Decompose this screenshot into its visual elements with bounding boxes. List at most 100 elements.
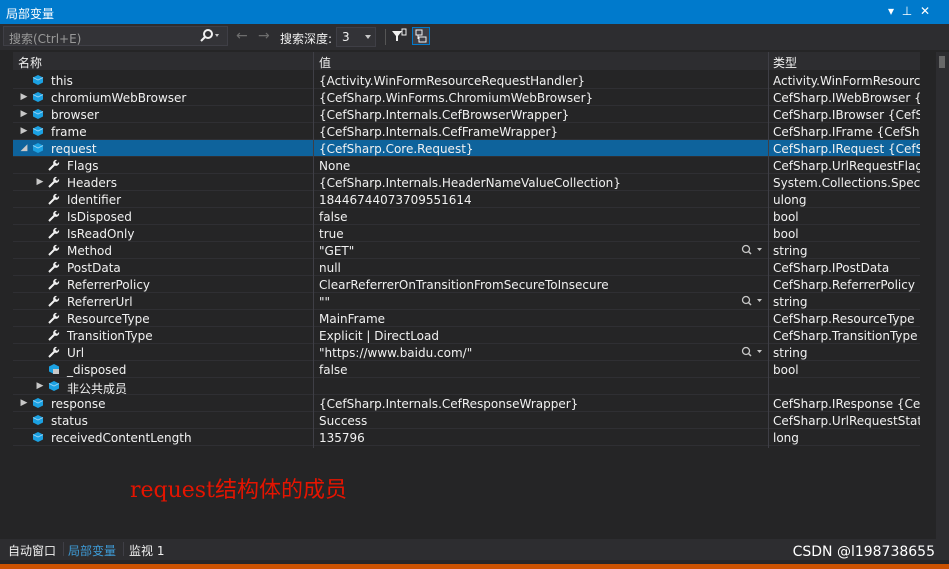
table-row[interactable]: ▶ frame {CefSharp.Internals.CefFrameWrappe…: [13, 123, 920, 140]
table-row-selected[interactable]: ◢ request {CefSharp.Core.Request} CefSharp.…: [13, 140, 920, 157]
table-row[interactable]: ReferrerPolicy ClearReferrerOnTransitionF…: [13, 276, 920, 293]
visualizer-icon[interactable]: [740, 345, 768, 359]
search-input[interactable]: 搜索(Ctrl+E): [3, 26, 228, 46]
variable-value[interactable]: "": [319, 295, 739, 309]
column-divider[interactable]: [313, 52, 314, 448]
table-row[interactable]: Identifier 18446744073709551614 ulong: [13, 191, 920, 208]
variable-value[interactable]: {CefSharp.Core.Request}: [319, 142, 739, 156]
variable-value[interactable]: {CefSharp.Internals.CefResponseWrapper}: [319, 397, 739, 411]
wrench-icon: [48, 329, 60, 341]
column-header-name[interactable]: 名称: [18, 54, 42, 71]
variable-value[interactable]: MainFrame: [319, 312, 739, 326]
variable-type: bool: [773, 363, 799, 377]
table-row[interactable]: _disposed false bool: [13, 361, 920, 378]
table-row[interactable]: Flags None CefSharp.UrlRequestFlags: [13, 157, 920, 174]
variable-name: browser: [51, 108, 100, 122]
variable-type: CefSharp.IRequest {CefSh...: [773, 142, 920, 156]
variable-name: Url: [67, 346, 85, 360]
variable-value[interactable]: 18446744073709551614: [319, 193, 739, 207]
close-icon[interactable]: ✕: [918, 4, 932, 18]
variable-name: IsReadOnly: [67, 227, 135, 241]
variable-value[interactable]: {CefSharp.Internals.CefBrowserWrapper}: [319, 108, 739, 122]
scrollbar-thumb[interactable]: [939, 56, 945, 68]
column-header-type[interactable]: 类型: [773, 54, 797, 71]
variable-name: receivedContentLength: [51, 431, 192, 445]
vertical-scrollbar[interactable]: [936, 52, 949, 539]
dropdown-icon[interactable]: ▾: [884, 4, 898, 18]
expand-arrow-icon[interactable]: ▶: [35, 176, 45, 188]
tab-locals[interactable]: 局部变量: [68, 542, 116, 559]
column-divider[interactable]: [768, 52, 769, 448]
variable-type: string: [773, 295, 808, 309]
forward-arrow-icon[interactable]: →: [258, 28, 270, 44]
variable-type: Activity.WinFormResourc...: [773, 74, 920, 88]
expand-arrow-icon[interactable]: ▶: [19, 397, 29, 409]
table-row[interactable]: ▶ chromiumWebBrowser {CefSharp.WinForms.Ch…: [13, 89, 920, 106]
expand-arrow-icon[interactable]: ▶: [19, 91, 29, 103]
table-row[interactable]: IsReadOnly true bool: [13, 225, 920, 242]
table-row[interactable]: Url "https://www.baidu.com/" string: [13, 344, 920, 361]
table-row[interactable]: status Success CefSharp.UrlRequestStatus: [13, 412, 920, 429]
variable-value[interactable]: {CefSharp.Internals.CefFrameWrapper}: [319, 125, 739, 139]
title-bar: 局部变量 ▾ ⊥ ✕: [0, 0, 949, 24]
wrench-icon: [48, 227, 60, 239]
tab-autos[interactable]: 自动窗口: [8, 542, 56, 559]
table-row[interactable]: ▶ Headers {CefSharp.Internals.HeaderNameVa…: [13, 174, 920, 191]
variable-value[interactable]: 135796: [319, 431, 739, 445]
variable-name: Identifier: [67, 193, 122, 207]
variable-value[interactable]: false: [319, 210, 739, 224]
wrench-icon: [48, 176, 60, 188]
table-row[interactable]: ResourceType MainFrame CefSharp.ResourceTy…: [13, 310, 920, 327]
variable-type: CefSharp.IFrame {CefShar...: [773, 125, 920, 139]
filter-icon[interactable]: [390, 27, 408, 45]
table-row[interactable]: Method "GET" string: [13, 242, 920, 259]
expand-arrow-icon[interactable]: ▶: [19, 108, 29, 120]
table-row[interactable]: ▶ response {CefSharp.Internals.CefResponse…: [13, 395, 920, 412]
variable-value[interactable]: {Activity.WinFormResourceRequestHandler}: [319, 74, 739, 88]
table-row[interactable]: ▶ browser {CefSharp.Internals.CefBrowserWr…: [13, 106, 920, 123]
table-row[interactable]: TransitionType Explicit | DirectLoad CefSh…: [13, 327, 920, 344]
wrench-icon: [48, 346, 60, 358]
variable-value[interactable]: Success: [319, 414, 739, 428]
view-tree-icon[interactable]: [412, 27, 430, 45]
table-row[interactable]: receivedContentLength 135796 long: [13, 429, 920, 446]
variable-value[interactable]: "GET": [319, 244, 739, 258]
variable-value[interactable]: Explicit | DirectLoad: [319, 329, 739, 343]
expand-arrow-icon[interactable]: ▶: [35, 380, 45, 392]
variable-name: chromiumWebBrowser: [51, 91, 187, 105]
variable-type: CefSharp.IWebBrowser {C...: [773, 91, 920, 105]
column-header-value[interactable]: 值: [319, 54, 331, 71]
table-row[interactable]: IsDisposed false bool: [13, 208, 920, 225]
variable-value[interactable]: None: [319, 159, 739, 173]
table-row[interactable]: PostData null CefSharp.IPostData: [13, 259, 920, 276]
variable-name: status: [51, 414, 88, 428]
variable-name: ResourceType: [67, 312, 150, 326]
variable-value[interactable]: ClearReferrerOnTransitionFromSecureToIns…: [319, 278, 739, 292]
variable-name: Method: [67, 244, 113, 258]
object-icon: [32, 74, 44, 86]
variable-type: CefSharp.IResponse {CefS...: [773, 397, 920, 411]
search-icon[interactable]: [199, 29, 221, 46]
tab-separator: [123, 542, 124, 556]
table-row[interactable]: ▶ 非公共成员: [13, 378, 920, 396]
table-row[interactable]: ReferrerUrl "" string: [13, 293, 920, 310]
collapse-arrow-icon[interactable]: ◢: [19, 142, 29, 154]
wrench-icon: [48, 278, 60, 290]
variable-value[interactable]: null: [319, 261, 739, 275]
expand-arrow-icon[interactable]: ▶: [19, 125, 29, 137]
variable-name: frame: [51, 125, 87, 139]
visualizer-icon[interactable]: [740, 243, 768, 257]
back-arrow-icon[interactable]: ←: [236, 28, 248, 44]
private-field-icon: [48, 363, 60, 375]
variable-value[interactable]: false: [319, 363, 739, 377]
search-depth-select[interactable]: 3: [336, 27, 376, 47]
pin-icon[interactable]: ⊥: [900, 4, 914, 18]
visualizer-icon[interactable]: [740, 294, 768, 308]
tab-watch-1[interactable]: 监视 1: [129, 542, 164, 559]
table-row[interactable]: this {Activity.WinFormResourceRequestHand…: [13, 72, 920, 89]
variable-value[interactable]: true: [319, 227, 739, 241]
variable-value[interactable]: {CefSharp.WinForms.ChromiumWebBrowser}: [319, 91, 739, 105]
variable-value[interactable]: "https://www.baidu.com/": [319, 346, 739, 360]
object-icon: [48, 380, 60, 392]
variable-value[interactable]: {CefSharp.Internals.HeaderNameValueColle…: [319, 176, 739, 190]
